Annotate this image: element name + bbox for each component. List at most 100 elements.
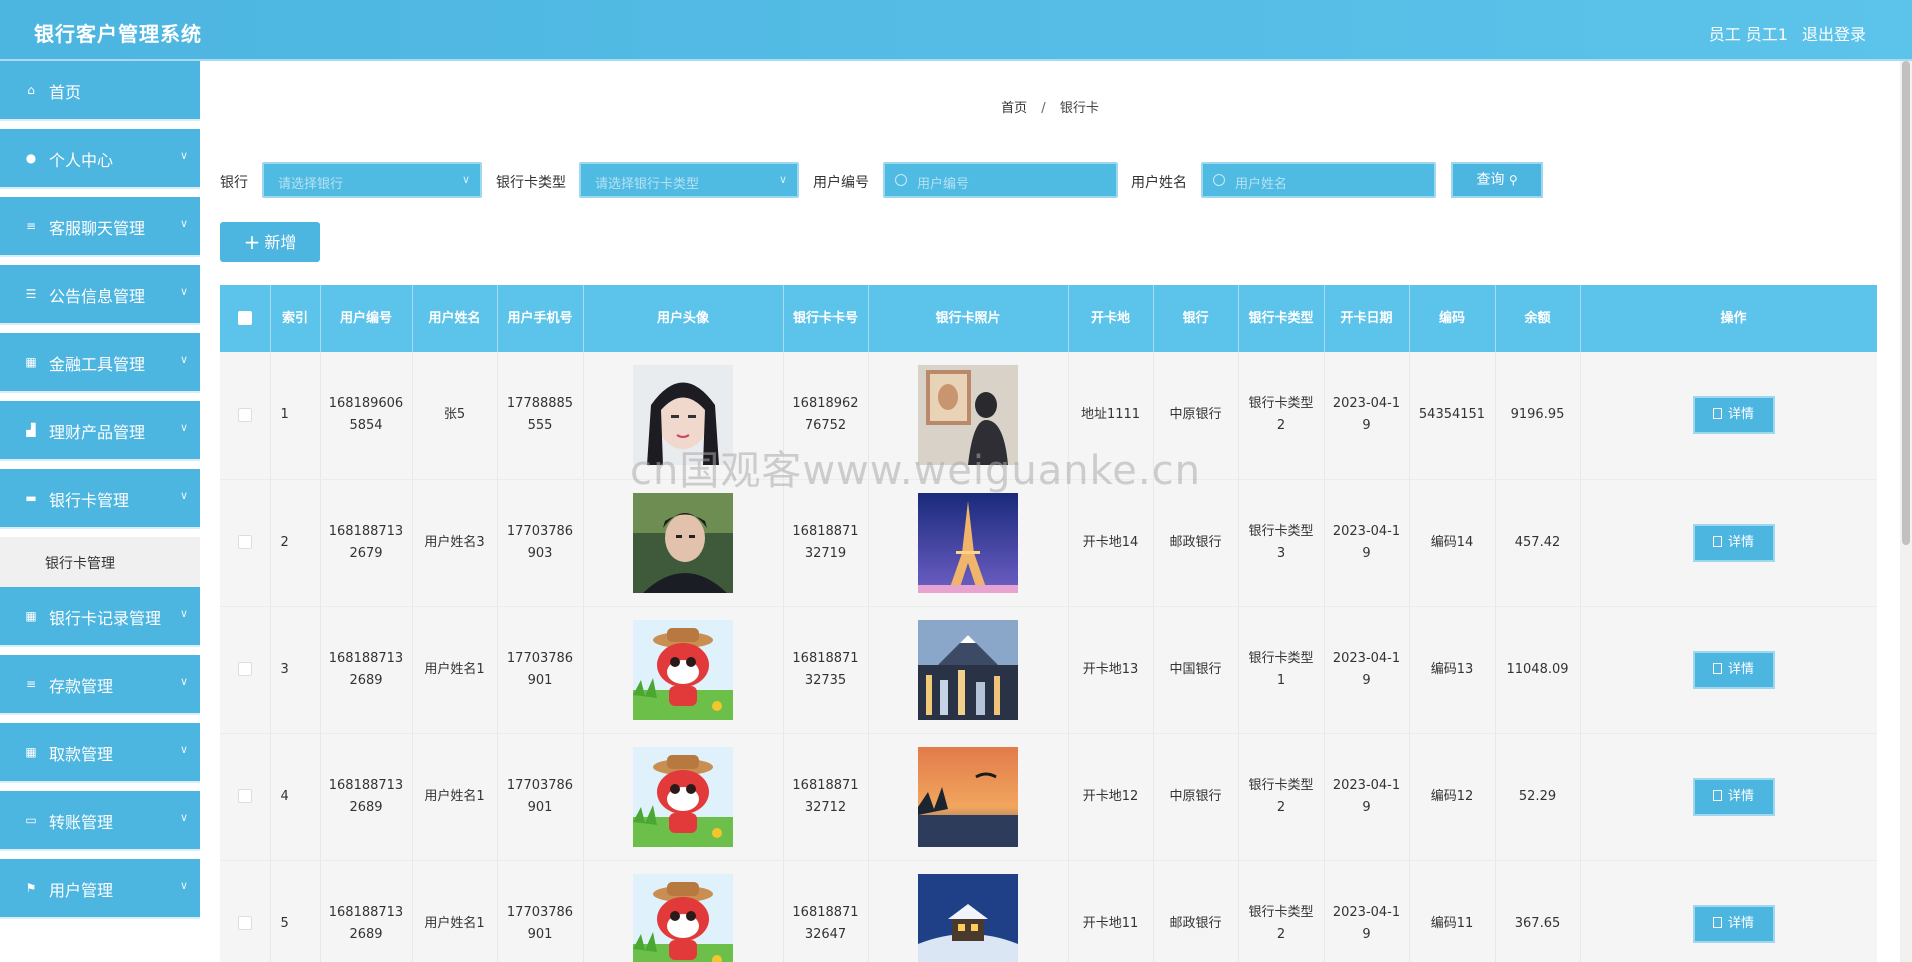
column-header: 银行卡类型 <box>1238 285 1325 352</box>
cell-phone: 17703786901 <box>497 606 584 734</box>
scrollbar-thumb[interactable] <box>1902 61 1910 545</box>
chevron-down-icon: ∨ <box>461 173 470 186</box>
query-button[interactable]: 查询 ⚲ <box>1451 162 1543 198</box>
row-checkbox[interactable] <box>237 407 252 422</box>
search-icon <box>895 174 907 186</box>
sidebar-item-2[interactable]: ≡ 客服聊天管理 ∨ <box>0 197 200 257</box>
detail-button-label: 详情 <box>1727 407 1754 423</box>
sidebar-item-11[interactable]: ⚑ 用户管理 ∨ <box>0 859 200 919</box>
card-icon: ▬ <box>25 491 37 505</box>
cell-phone: 17703786903 <box>497 479 584 607</box>
detail-button[interactable]: 详情 <box>1692 396 1775 435</box>
cell-card-no: 1681887132712 <box>783 733 869 861</box>
user-name-input[interactable]: 用户姓名 <box>1201 162 1436 198</box>
detail-button[interactable]: 详情 <box>1692 650 1775 689</box>
row-select-cell <box>220 479 271 607</box>
action-cell: 详情 <box>1580 606 1877 734</box>
cell-user-name: 用户姓名3 <box>412 479 498 607</box>
sidebar-item-label: 银行卡记录管理 <box>49 609 162 628</box>
sidebar-item-7[interactable]: ▦ 银行卡记录管理 ∨ <box>0 587 200 647</box>
sidebar-item-3[interactable]: ☰ 公告信息管理 ∨ <box>0 265 200 325</box>
search-icon: ⚲ <box>1508 173 1518 187</box>
row-select-cell <box>220 352 271 480</box>
user-no-input-placeholder: 用户编号 <box>917 177 970 192</box>
sidebar-item-label: 理财产品管理 <box>49 423 146 442</box>
add-button-label: 新增 <box>264 233 297 252</box>
cell-index: 2 <box>270 479 321 607</box>
add-button[interactable]: + 新增 <box>220 222 320 262</box>
user-icon: ● <box>25 151 37 165</box>
avatar-cell <box>583 606 784 734</box>
card-photo-cell <box>868 479 1069 607</box>
grid-icon: ▦ <box>25 745 37 759</box>
sidebar-item-label: 取款管理 <box>49 745 114 764</box>
query-button-label: 查询 <box>1476 172 1505 188</box>
card-type-select-placeholder: 请选择银行卡类型 <box>595 177 700 192</box>
column-header: 操作 <box>1580 285 1877 352</box>
bank-card-table: 索引 用户编号 用户姓名 用户手机号 用户头像 银行卡卡号 银行卡照片 开卡地 银行 银行卡类型开… <box>220 285 1877 962</box>
cell-user-no: 1681887132679 <box>320 479 413 607</box>
row-checkbox[interactable] <box>237 662 252 676</box>
cell-card-type: 银行卡类型2 <box>1238 860 1325 962</box>
sidebar-item-10[interactable]: ▭ 转账管理 ∨ <box>0 791 200 851</box>
cell-bank: 中原银行 <box>1153 352 1239 480</box>
cell-bank: 邮政银行 <box>1153 860 1239 962</box>
cell-code: 54354151 <box>1409 352 1496 480</box>
user-avatar-image <box>633 874 733 962</box>
home-icon: ⌂ <box>27 83 35 97</box>
column-header: 银行 <box>1153 285 1239 352</box>
sidebar-item-5[interactable]: ▟ 理财产品管理 ∨ <box>0 401 200 461</box>
cell-user-name: 用户姓名1 <box>412 733 498 861</box>
sidebar-item-4[interactable]: ▦ 金融工具管理 ∨ <box>0 333 200 393</box>
column-header: 余额 <box>1495 285 1581 352</box>
page-scrollbar[interactable] <box>1900 61 1912 962</box>
detail-button[interactable]: 详情 <box>1692 904 1775 943</box>
sidebar-item-0[interactable]: ⌂ 首页 <box>0 61 200 121</box>
cell-code: 编码13 <box>1409 606 1496 734</box>
user-name-input-placeholder: 用户姓名 <box>1235 177 1288 192</box>
cell-card-no: 1681887132647 <box>783 860 869 962</box>
sidebar-item-8[interactable]: ≡ 存款管理 ∨ <box>0 655 200 715</box>
chevron-down-icon: ∨ <box>179 743 188 756</box>
sidebar-item-1[interactable]: ● 个人中心 ∨ <box>0 129 200 189</box>
flag-icon: ⚑ <box>25 881 37 895</box>
main-content: 首页 / 银行卡 银行 请选择银行 ∨ 银行卡类型 请选择银行卡类型 ∨ 用户编… <box>200 61 1900 962</box>
avatar-cell <box>583 352 784 480</box>
card-type-select[interactable]: 请选择银行卡类型 ∨ <box>579 162 799 198</box>
select-all-checkbox[interactable] <box>237 311 252 325</box>
user-avatar-image <box>633 365 733 465</box>
card-type-filter-label: 银行卡类型 <box>496 175 566 191</box>
detail-button[interactable]: 详情 <box>1692 523 1775 562</box>
row-checkbox[interactable] <box>237 916 252 930</box>
menu-icon: ≡ <box>25 219 37 233</box>
sidebar-item-6[interactable]: ▬ 银行卡管理 ∨ <box>0 469 200 529</box>
sidebar-subitem-bank-card[interactable]: 银行卡管理 <box>0 537 200 587</box>
table-row: 5 1681887132689 用户姓名1 17703786901 1681887132… <box>220 860 1877 962</box>
chevron-down-icon: ∨ <box>778 173 787 186</box>
card-photo-cell <box>868 860 1069 962</box>
cell-user-name: 用户姓名1 <box>412 860 498 962</box>
row-select-cell <box>220 860 271 962</box>
cell-balance: 367.65 <box>1495 860 1581 962</box>
row-checkbox[interactable] <box>237 789 252 803</box>
sidebar-item-9[interactable]: ▦ 取款管理 ∨ <box>0 723 200 783</box>
logout-link[interactable]: 退出登录 <box>1802 21 1866 45</box>
cell-open-date: 2023-04-19 <box>1324 352 1410 480</box>
breadcrumb-home[interactable]: 首页 <box>1001 101 1027 116</box>
action-cell: 详情 <box>1580 733 1877 861</box>
chevron-down-icon: ∨ <box>179 607 188 620</box>
cell-open-date: 2023-04-19 <box>1324 479 1410 607</box>
bank-select[interactable]: 请选择银行 ∨ <box>262 162 482 198</box>
row-checkbox[interactable] <box>237 535 252 549</box>
card-photo-cell <box>868 733 1069 861</box>
cell-balance: 52.29 <box>1495 733 1581 861</box>
table-row: 2 1681887132679 用户姓名3 17703786903 1681887132… <box>220 479 1877 607</box>
avatar-cell <box>583 733 784 861</box>
document-icon <box>1712 535 1722 547</box>
detail-button[interactable]: 详情 <box>1692 777 1775 816</box>
column-header: 用户头像 <box>583 285 784 352</box>
cell-open-place: 开卡地13 <box>1068 606 1154 734</box>
column-header: 索引 <box>270 285 321 352</box>
user-no-input[interactable]: 用户编号 <box>883 162 1118 198</box>
cell-card-type: 银行卡类型3 <box>1238 479 1325 607</box>
